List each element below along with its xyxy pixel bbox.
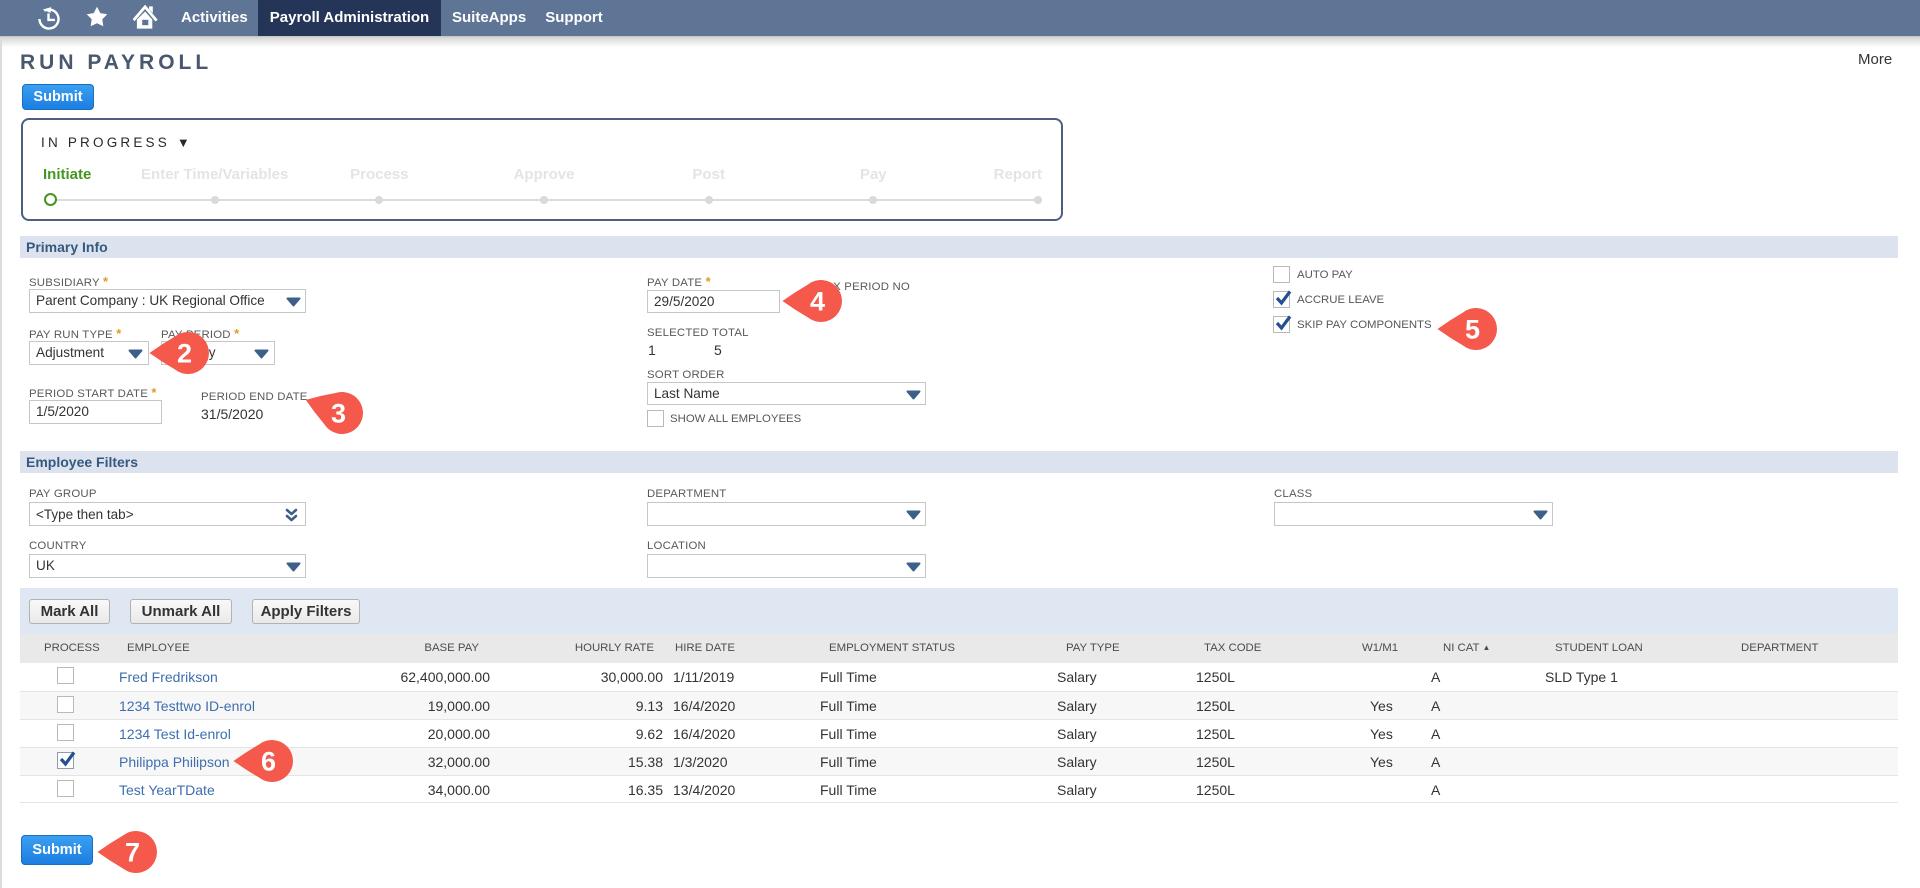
svg-text:4: 4 <box>810 287 825 317</box>
svg-text:2: 2 <box>177 339 192 369</box>
svg-text:7: 7 <box>125 838 140 868</box>
svg-text:6: 6 <box>261 747 276 777</box>
svg-text:3: 3 <box>331 399 346 429</box>
svg-text:5: 5 <box>1465 315 1480 345</box>
